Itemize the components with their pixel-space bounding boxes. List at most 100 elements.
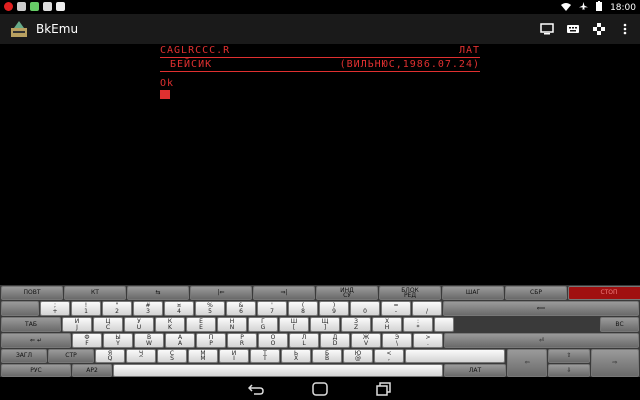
backspace-key[interactable]: ⟸	[443, 301, 639, 316]
display-icon[interactable]	[540, 21, 554, 35]
char-key[interactable]	[434, 317, 454, 332]
enter-key[interactable]: ⏎	[444, 333, 639, 348]
char-key[interactable]: ХH	[372, 317, 402, 332]
function-key[interactable]: ⇆	[127, 286, 189, 300]
char-key[interactable]: УU	[124, 317, 154, 332]
char-key[interactable]: Ш[	[279, 317, 309, 332]
key-bottom-label: 8	[301, 308, 305, 315]
char-key[interactable]: ЫY	[103, 333, 133, 348]
key-bottom-label: 4	[177, 308, 181, 315]
char-key[interactable]: ФF	[72, 333, 102, 348]
gamepad-icon[interactable]	[592, 21, 606, 35]
char-key[interactable]: = -	[381, 301, 411, 316]
char-key[interactable]: : *	[403, 317, 433, 332]
space-key[interactable]	[113, 364, 443, 377]
char-key[interactable]: Ч ^	[126, 349, 156, 363]
char-key[interactable]: Щ]	[310, 317, 340, 332]
key-label: ЗАГЛ	[15, 352, 33, 359]
tab-key[interactable]: ТАБ	[1, 317, 61, 332]
char-key[interactable]: СS	[157, 349, 187, 363]
char-key[interactable]: РR	[227, 333, 257, 348]
char-key[interactable]: ЖV	[351, 333, 381, 348]
function-key[interactable]: ИНД СУ	[316, 286, 378, 300]
key-bottom-label: .	[427, 340, 429, 347]
char-key[interactable]: " 2	[102, 301, 132, 316]
wifi-icon	[561, 2, 572, 14]
up-arrow-key[interactable]: ⇧	[548, 349, 590, 363]
key-bottom-label: T	[263, 355, 267, 362]
char-key[interactable]: ЙJ	[62, 317, 92, 332]
ar2-key[interactable]: АР2	[72, 364, 112, 377]
key-label: |⇐	[217, 289, 225, 296]
function-key[interactable]: |⇐	[190, 286, 252, 300]
lat-key[interactable]: ЛАТ	[444, 364, 506, 377]
key-bottom-label: P	[209, 340, 213, 347]
function-key[interactable]: БЛОК РЕД	[379, 286, 441, 300]
function-key[interactable]: ШАГ	[442, 286, 504, 300]
shift-lat-key[interactable]: ⇐ ↵	[1, 333, 71, 348]
char-key[interactable]: Ю @	[343, 349, 373, 363]
text-cursor	[160, 90, 170, 99]
char-key[interactable]: ОO	[258, 333, 288, 348]
char-key[interactable]: ГG	[248, 317, 278, 332]
vs-key[interactable]: ВС	[600, 317, 639, 332]
key-label: ⇦	[524, 359, 530, 366]
overflow-menu-icon[interactable]	[618, 21, 632, 35]
char-key[interactable]: ВW	[134, 333, 164, 348]
char-key[interactable]: <,	[374, 349, 404, 363]
home-icon[interactable]	[312, 381, 328, 396]
char-key[interactable]: АA	[165, 333, 195, 348]
function-key[interactable]: ПОВТ	[1, 286, 63, 300]
char-key[interactable]: ЛL	[289, 333, 319, 348]
char-key[interactable]: Э \	[382, 333, 412, 348]
status-time: 18:00	[610, 2, 636, 13]
emulator-screen[interactable]: CAGLRCCC.R ЛАТ БЕЙСИК (ВИЛЬНЮС,1986.07.2…	[158, 44, 482, 284]
char-key[interactable]: ИI	[219, 349, 249, 363]
recents-icon[interactable]	[376, 381, 392, 396]
char-key[interactable]	[405, 349, 505, 363]
char-key[interactable]: МM	[188, 349, 218, 363]
char-key[interactable]: ЗZ	[341, 317, 371, 332]
function-key[interactable]: КТ	[64, 286, 126, 300]
char-key[interactable]: ЦC	[93, 317, 123, 332]
char-key[interactable]: ПP	[196, 333, 226, 348]
char-key[interactable]: % 5	[195, 301, 225, 316]
zagl-key[interactable]: ЗАГЛ	[1, 349, 47, 363]
char-key[interactable]: 0	[350, 301, 380, 316]
char-key[interactable]: ЕE	[186, 317, 216, 332]
key-bottom-label: *	[416, 324, 420, 331]
char-key[interactable]: ДD	[320, 333, 350, 348]
key-bottom-label: 1	[84, 308, 88, 315]
function-key[interactable]: СБР	[505, 286, 567, 300]
keyboard-icon[interactable]	[566, 21, 580, 35]
function-key[interactable]: СТОП	[568, 286, 640, 300]
char-key[interactable]: ЯQ	[95, 349, 125, 363]
key-left-special[interactable]	[1, 301, 39, 316]
char-key[interactable]: ; +	[40, 301, 70, 316]
basic-version: (ВИЛЬНЮС,1986.07.24)	[339, 59, 480, 70]
char-key[interactable]: БB	[312, 349, 342, 363]
rus-key[interactable]: РУС	[1, 364, 71, 377]
key-bottom-label: ^	[138, 355, 144, 362]
char-key[interactable]: ЬX	[281, 349, 311, 363]
char-key[interactable]: НN	[217, 317, 247, 332]
char-key[interactable]: >.	[413, 333, 443, 348]
char-key[interactable]: ) 9	[319, 301, 349, 316]
char-key[interactable]: #3	[133, 301, 163, 316]
char-key[interactable]: ТT	[250, 349, 280, 363]
function-key[interactable]: ⇒|	[253, 286, 315, 300]
key-label: ⏎	[538, 336, 545, 344]
char-key[interactable]: ' 7	[257, 301, 287, 316]
char-key[interactable]: (8	[288, 301, 318, 316]
char-key[interactable]: КK	[155, 317, 185, 332]
down-arrow-key[interactable]: ⇩	[548, 364, 590, 377]
key-bottom-label: \	[395, 340, 399, 347]
right-arrow-key[interactable]: ⇨	[591, 349, 639, 377]
str-key[interactable]: СТР	[48, 349, 94, 363]
char-key[interactable]: /	[412, 301, 442, 316]
char-key[interactable]: ! 1	[71, 301, 101, 316]
back-icon[interactable]	[247, 381, 264, 395]
char-key[interactable]: ¤ 4	[164, 301, 194, 316]
char-key[interactable]: & 6	[226, 301, 256, 316]
left-arrow-key[interactable]: ⇦	[507, 349, 547, 377]
